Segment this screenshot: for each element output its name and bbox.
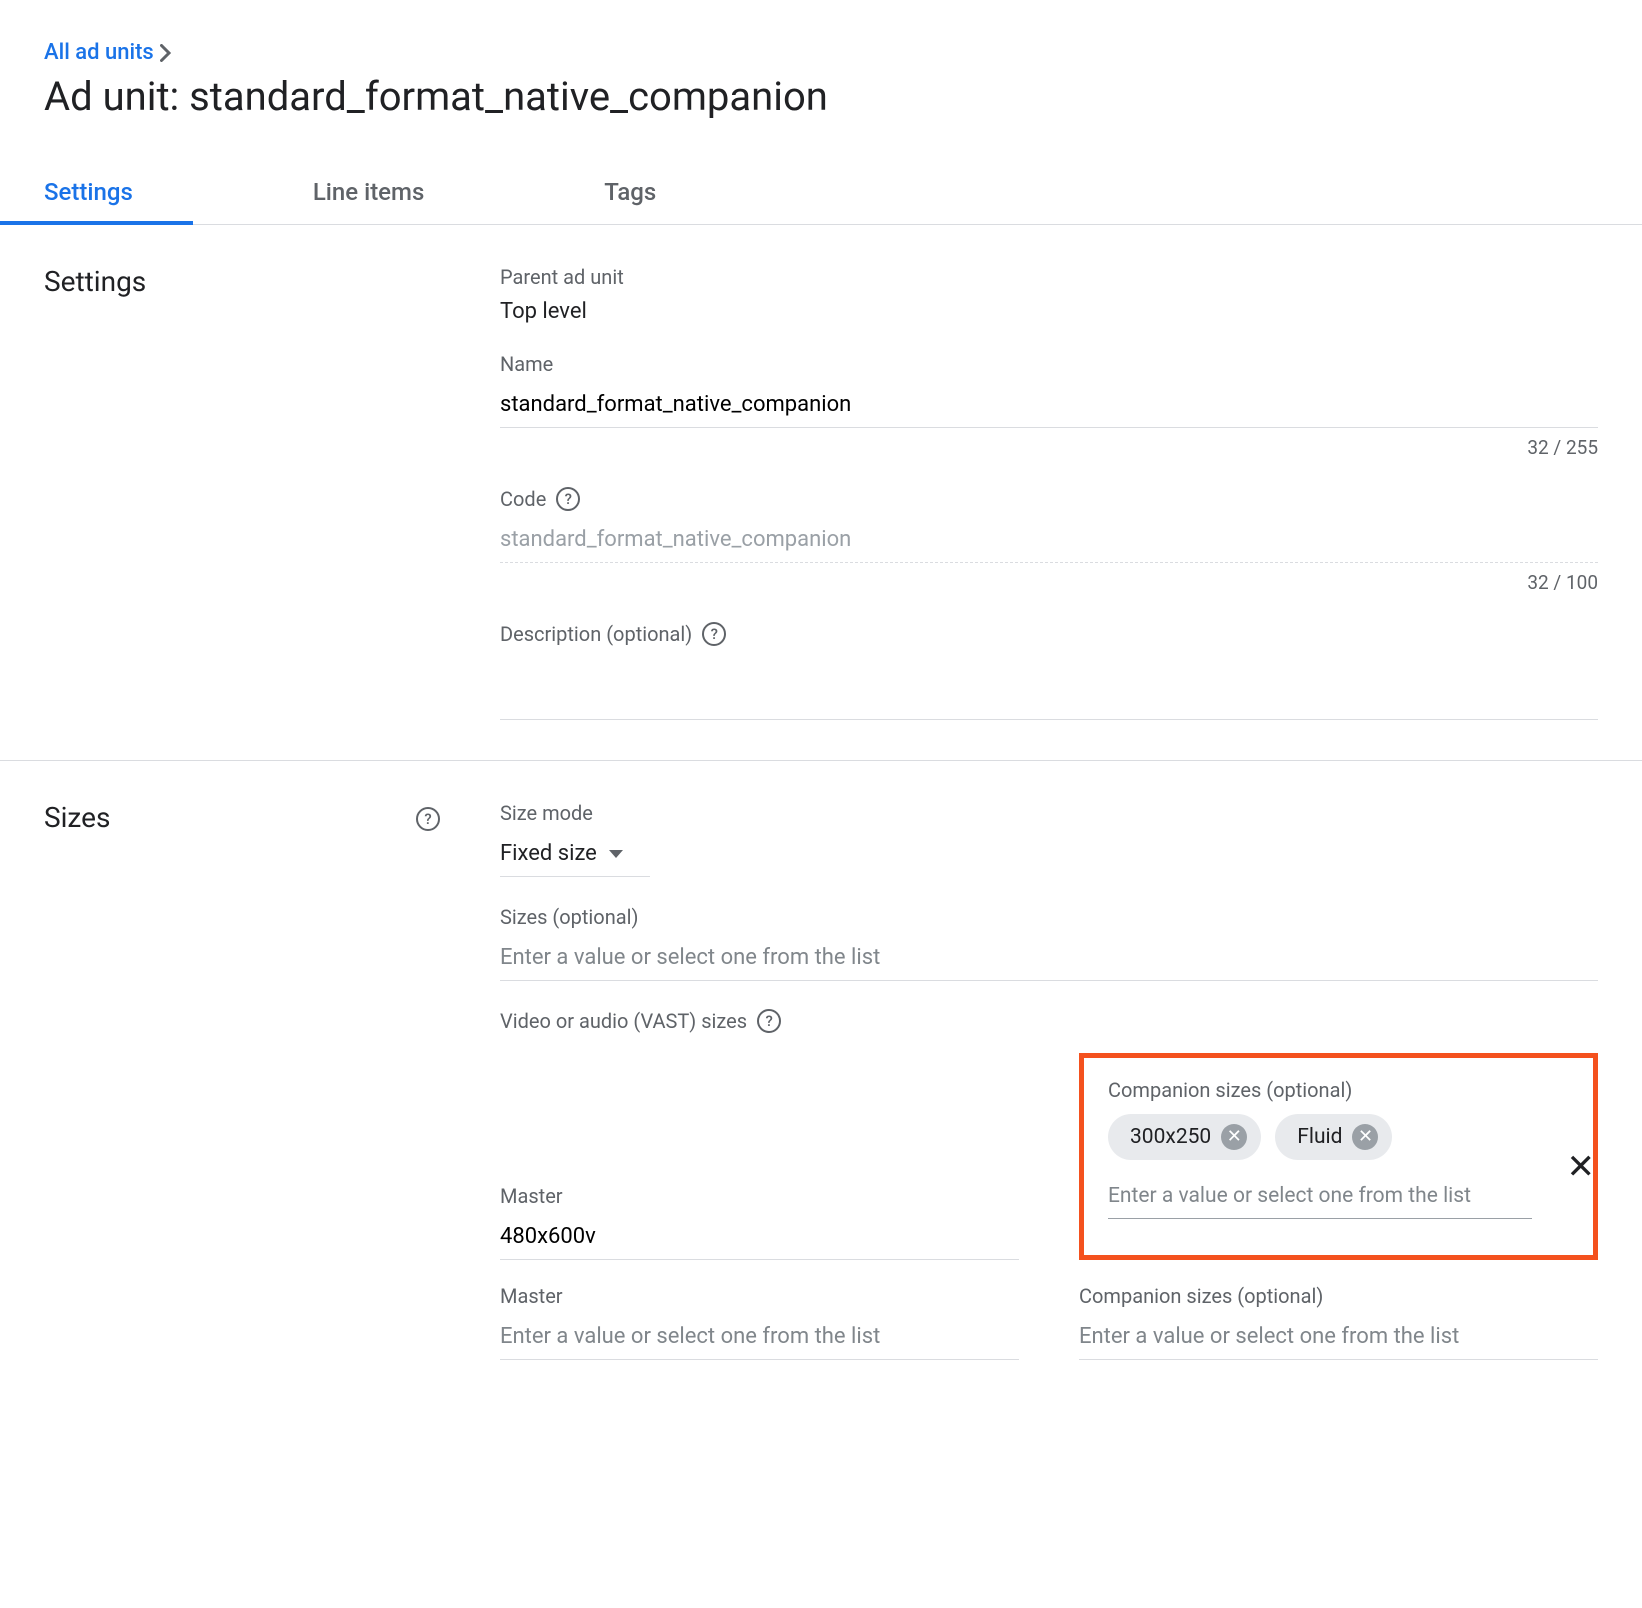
help-icon[interactable]: ? bbox=[416, 807, 440, 831]
parent-ad-unit-label: Parent ad unit bbox=[500, 265, 1598, 289]
size-mode-value: Fixed size bbox=[500, 841, 597, 866]
companion-label: Companion sizes (optional) bbox=[1108, 1078, 1569, 1102]
sizes-input[interactable] bbox=[500, 939, 1598, 981]
section-sizes: Sizes ? Size mode Fixed size Sizes (opti… bbox=[0, 761, 1642, 1428]
close-icon[interactable]: ✕ bbox=[1567, 1150, 1596, 1184]
chevron-right-icon bbox=[160, 44, 172, 62]
sizes-label: Sizes (optional) bbox=[500, 905, 1598, 929]
section-title-sizes: Sizes bbox=[44, 801, 110, 834]
chevron-down-icon bbox=[609, 850, 623, 858]
code-input bbox=[500, 521, 1598, 563]
code-label: Code ? bbox=[500, 487, 1598, 511]
companion-input-2[interactable] bbox=[1079, 1318, 1598, 1360]
master-input-1[interactable] bbox=[500, 1218, 1019, 1260]
companion-highlight: Companion sizes (optional) 300x250 ✕ Flu… bbox=[1079, 1053, 1598, 1260]
chip-remove-icon[interactable]: ✕ bbox=[1221, 1124, 1247, 1150]
description-input[interactable] bbox=[500, 676, 1598, 720]
master-label: Master bbox=[500, 1284, 1019, 1308]
master-input-2[interactable] bbox=[500, 1318, 1019, 1360]
tab-tags[interactable]: Tags bbox=[604, 160, 656, 224]
chip-300x250: 300x250 ✕ bbox=[1108, 1114, 1261, 1160]
parent-ad-unit-value: Top level bbox=[500, 299, 1598, 324]
breadcrumb: All ad units bbox=[44, 40, 1598, 65]
help-icon[interactable]: ? bbox=[702, 622, 726, 646]
companion-input-1[interactable] bbox=[1108, 1178, 1532, 1219]
tabs: Settings Line items Tags bbox=[0, 160, 1642, 225]
master-label: Master bbox=[500, 1184, 1019, 1208]
companion-label: Companion sizes (optional) bbox=[1079, 1284, 1598, 1308]
chip-fluid: Fluid ✕ bbox=[1275, 1114, 1392, 1160]
section-title-settings: Settings bbox=[44, 265, 146, 298]
tab-line-items[interactable]: Line items bbox=[313, 160, 424, 224]
size-mode-dropdown[interactable]: Fixed size bbox=[500, 835, 650, 877]
breadcrumb-link-all-ad-units[interactable]: All ad units bbox=[44, 40, 154, 65]
vast-sizes-label: Video or audio (VAST) sizes ? bbox=[500, 1009, 1598, 1033]
page-title: Ad unit: standard_format_native_companio… bbox=[44, 73, 1598, 120]
tab-settings[interactable]: Settings bbox=[44, 160, 133, 224]
description-label: Description (optional) ? bbox=[500, 622, 1598, 646]
name-label: Name bbox=[500, 352, 1598, 376]
size-mode-label: Size mode bbox=[500, 801, 1598, 825]
name-input[interactable] bbox=[500, 386, 1598, 428]
code-counter: 32 / 100 bbox=[500, 571, 1598, 594]
chip-remove-icon[interactable]: ✕ bbox=[1352, 1124, 1378, 1150]
help-icon[interactable]: ? bbox=[556, 487, 580, 511]
help-icon[interactable]: ? bbox=[757, 1009, 781, 1033]
name-counter: 32 / 255 bbox=[500, 436, 1598, 459]
section-settings: Settings Parent ad unit Top level Name 3… bbox=[0, 225, 1642, 761]
